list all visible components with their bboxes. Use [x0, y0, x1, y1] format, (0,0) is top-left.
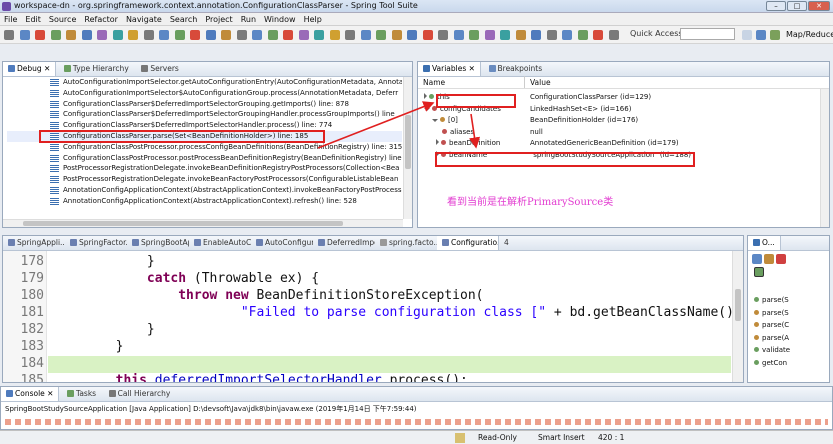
java-file-icon [132, 239, 139, 246]
java-file-icon [256, 239, 263, 246]
editor-tab[interactable]: SpringFactor... [65, 236, 127, 250]
link-editor-icon[interactable] [754, 267, 764, 277]
tab-tasks[interactable]: Tasks [62, 387, 101, 401]
outline-method[interactable]: parse(S [754, 294, 789, 306]
java-file-icon [70, 239, 77, 246]
line-number: 181 [20, 305, 44, 320]
line-number: 184 [20, 356, 44, 371]
tab-outline[interactable]: O... [748, 236, 781, 250]
writable-icon [455, 433, 465, 443]
outline-icon [753, 239, 760, 246]
line-number: 182 [20, 322, 44, 337]
code-line[interactable]: 181 "Failed to parse configuration class… [3, 304, 743, 321]
editor-tab[interactable]: SpringBootAp... [127, 236, 189, 250]
code-line[interactable]: 178 } [3, 253, 731, 270]
java-file-icon [442, 239, 449, 246]
method-icon [754, 347, 759, 352]
call-hierarchy-icon [108, 390, 116, 397]
editor-tab[interactable]: EnableAutoCo... [189, 236, 251, 250]
code-editor[interactable]: 178 } 179 catch (Throwable ex) {180 throw… [3, 253, 743, 383]
editor-area: SpringAppli...SpringFactor...SpringBootA… [2, 235, 744, 383]
tab-call-hierarchy[interactable]: Call Hierarchy [104, 387, 176, 401]
status-bar: Read-Only Smart Insert 420 : 1 [0, 430, 833, 444]
editor-tab[interactable]: AutoConfigur... [251, 236, 313, 250]
editor-tab[interactable]: DeferredImpo... [313, 236, 375, 250]
outline-method[interactable]: parse(C [754, 319, 789, 331]
tab-console[interactable]: Console ✕ [1, 387, 60, 401]
java-file-icon [318, 239, 325, 246]
code-line[interactable]: 179 catch (Throwable ex) { [3, 270, 731, 287]
console-output-line [5, 419, 828, 425]
console-view: Console ✕ Tasks Call Hierarchy SpringBoo… [0, 386, 833, 430]
hide-fields-icon[interactable] [764, 254, 774, 264]
console-icon [6, 390, 13, 397]
code-line[interactable]: 185 this.deferredImportSelectorHandler.p… [3, 372, 731, 383]
java-file-icon [194, 239, 201, 246]
code-text: } [53, 339, 124, 354]
code-line[interactable]: 184 [3, 355, 731, 372]
arrow-to-beanname [469, 113, 481, 149]
outline-view: O... parse(S parse(S parse(C parse(A validat… [747, 235, 830, 383]
code-text: catch (Throwable ex) { [146, 271, 320, 286]
line-number: 180 [20, 288, 44, 303]
outline-method[interactable]: validate [754, 344, 790, 356]
outline-method[interactable]: parse(S [754, 307, 789, 319]
method-icon [754, 334, 759, 340]
code-line[interactable]: 180 throw new BeanDefinitionStoreExcepti… [3, 287, 731, 304]
java-file-icon [380, 239, 387, 246]
status-cursor-position: 420 : 1 [598, 433, 625, 442]
method-icon [754, 297, 759, 302]
code-line[interactable]: 182 } [3, 321, 731, 338]
line-number: 183 [20, 339, 44, 354]
editor-tab[interactable]: 4 [499, 236, 523, 250]
hide-static-icon[interactable] [776, 254, 786, 264]
editor-tab[interactable]: Configuratio... [437, 236, 499, 250]
code-text: } [53, 254, 155, 269]
status-read-only: Read-Only [478, 433, 517, 442]
outline-toolbar [752, 254, 828, 278]
method-icon [754, 322, 759, 327]
editor-tabs: SpringAppli...SpringFactor...SpringBootA… [3, 236, 743, 251]
line-number: 178 [20, 254, 44, 269]
outline-method[interactable]: getCon [754, 357, 787, 369]
code-text: } [53, 322, 155, 337]
code-text: throw new BeanDefinitionStoreException( [178, 288, 484, 303]
code-text: "Failed to parse configuration class [" … [240, 305, 744, 320]
editor-tab[interactable]: spring.facto... [375, 236, 437, 250]
method-icon [754, 359, 759, 365]
outline-method[interactable]: parse(A [754, 332, 789, 344]
arrow-to-candidates [317, 101, 435, 149]
outline-tabs: O... [748, 236, 829, 251]
tasks-icon [67, 390, 74, 397]
console-tabs: Console ✕ Tasks Call Hierarchy [1, 387, 832, 402]
status-insert-mode[interactable]: Smart Insert [538, 433, 585, 443]
line-number: 179 [20, 271, 44, 286]
method-icon [754, 309, 759, 315]
console-launch-info: SpringBootStudySourceApplication [Java A… [5, 405, 417, 413]
code-text: this.deferredImportSelectorHandler.proce… [115, 373, 468, 383]
editor-tab[interactable]: SpringAppli... [3, 236, 65, 250]
java-file-icon [8, 239, 15, 246]
code-line[interactable]: 183 } [3, 338, 731, 355]
line-number: 185 [20, 373, 44, 383]
editor-vertical-scrollbar[interactable] [732, 251, 743, 382]
sort-icon[interactable] [752, 254, 762, 264]
